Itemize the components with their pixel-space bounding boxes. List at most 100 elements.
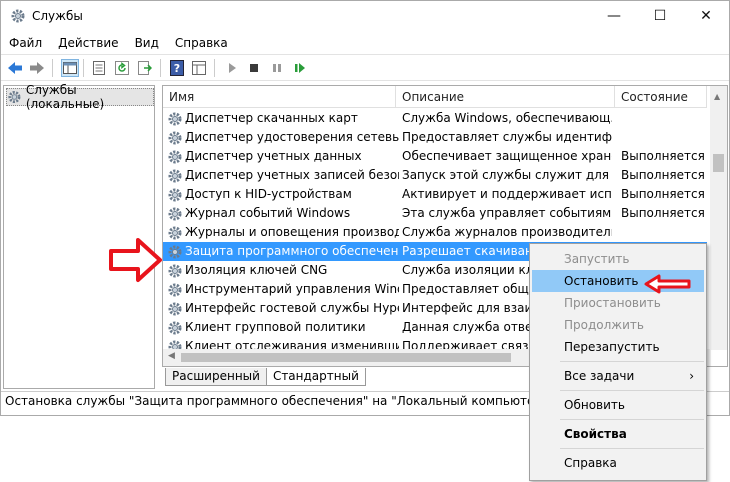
service-description: Служба Windows, обеспечивающ... <box>402 111 612 125</box>
gear-icon <box>167 301 185 317</box>
service-name: Защита программного обеспечения <box>185 244 399 258</box>
toolbar: ? <box>1 54 729 81</box>
gear-icon <box>167 149 185 165</box>
table-row[interactable]: Журналы и оповещения производи... Служба … <box>163 223 707 242</box>
table-row[interactable]: Доступ к HID-устройствам Активирует и под… <box>163 185 707 204</box>
maximize-button[interactable]: ☐ <box>637 1 683 31</box>
table-row[interactable]: Диспетчер скачанных карт Служба Windows, … <box>163 109 707 128</box>
menu-item-label: Остановить <box>564 274 639 288</box>
vertical-scroll-thumb[interactable] <box>713 154 724 172</box>
service-name-cell: Интерфейс гостевой службы Hyper-V <box>167 299 399 318</box>
back-arrow-icon[interactable] <box>6 59 24 77</box>
column-header-name[interactable]: Имя <box>163 86 396 108</box>
service-name: Журнал событий Windows <box>185 206 351 220</box>
table-row[interactable]: Журнал событий Windows Эта служба управля… <box>163 204 707 223</box>
title-bar: Службы — ☐ ✕ <box>1 1 729 31</box>
gear-icon <box>167 263 185 279</box>
window-title: Службы <box>32 9 83 23</box>
scroll-up-icon[interactable]: ▲ <box>714 92 720 101</box>
service-status <box>621 223 711 242</box>
menu-item-resume[interactable]: Продолжить <box>532 314 704 336</box>
service-description: Служба журналов производительн... <box>402 225 612 239</box>
service-name: Доступ к HID-устройствам <box>185 187 352 201</box>
scroll-left-icon[interactable]: ◀ <box>168 351 175 361</box>
refresh-icon[interactable] <box>113 59 131 77</box>
service-status <box>621 128 711 147</box>
menu-view[interactable]: Вид <box>127 36 167 50</box>
service-description: Предоставляет службы идентифика... <box>402 130 612 144</box>
service-status: Выполняется <box>621 168 705 182</box>
menu-item-pause[interactable]: Приостановить <box>532 292 704 314</box>
forward-arrow-icon[interactable] <box>28 59 46 77</box>
menu-item-label: Запустить <box>564 252 630 266</box>
menu-action[interactable]: Действие <box>50 36 126 50</box>
service-name-cell: Доступ к HID-устройствам <box>167 185 399 204</box>
gear-icon <box>167 244 185 260</box>
menu-item-help[interactable]: Справка <box>532 452 704 474</box>
minimize-button[interactable]: — <box>591 1 637 31</box>
menu-item-label: Свойства <box>564 427 627 441</box>
table-row[interactable]: Диспетчер учетных данных Обеспечивает защ… <box>163 147 707 166</box>
service-description: Запуск этой службы служит для др... <box>402 168 612 182</box>
column-header-status[interactable]: Состояние <box>615 86 707 108</box>
menu-item-start[interactable]: Запустить <box>532 248 704 270</box>
tab-standard[interactable]: Стандартный <box>265 368 366 386</box>
column-header-description[interactable]: Описание <box>396 86 615 108</box>
close-button[interactable]: ✕ <box>683 1 729 31</box>
menu-item-all-tasks[interactable]: Все задачи › <box>532 365 704 387</box>
service-name: Диспетчер учетных записей безопа... <box>185 168 399 182</box>
menu-item-label: Справка <box>564 456 617 470</box>
gear-icon <box>167 130 185 146</box>
menu-item-refresh[interactable]: Обновить <box>532 394 704 416</box>
service-name: Диспетчер учетных данных <box>185 149 362 163</box>
menu-file[interactable]: Файл <box>1 36 50 50</box>
svg-text:?: ? <box>174 62 180 75</box>
menu-item-properties[interactable]: Свойства <box>532 423 704 445</box>
toolbar-separator <box>214 59 215 77</box>
restart-service-icon[interactable] <box>291 59 309 77</box>
gear-icon <box>8 90 21 104</box>
service-name-cell: Журналы и оповещения производи... <box>167 223 399 242</box>
service-name: Инструментарий управления Wind... <box>185 282 399 296</box>
service-name: Журналы и оповещения производи... <box>185 225 399 239</box>
properties-icon[interactable] <box>90 59 108 77</box>
service-name-cell: Диспетчер учетных данных <box>167 147 399 166</box>
menu-separator <box>560 448 704 449</box>
gear-icon <box>167 111 185 127</box>
menu-item-restart[interactable]: Перезапустить <box>532 336 704 358</box>
stop-service-icon[interactable] <box>245 59 263 77</box>
service-name-cell: Диспетчер учетных записей безопа... <box>167 166 399 185</box>
menu-separator <box>560 390 704 391</box>
service-status: Выполняется <box>621 206 705 220</box>
menu-help[interactable]: Справка <box>167 36 236 50</box>
service-name: Диспетчер удостоверения сетевых у... <box>185 130 399 144</box>
table-row[interactable]: Диспетчер удостоверения сетевых у...Пред… <box>163 128 707 147</box>
table-row[interactable]: Диспетчер учетных записей безопа...Запус… <box>163 166 707 185</box>
menu-item-label: Перезапустить <box>564 340 660 354</box>
service-name-cell: Изоляция ключей CNG <box>167 261 399 280</box>
export-icon[interactable] <box>136 59 154 77</box>
service-description: Эта служба управляет событиями и... <box>402 206 612 220</box>
service-name-cell: Защита программного обеспечения <box>167 242 399 261</box>
service-name-cell: Инструментарий управления Wind... <box>167 280 399 299</box>
service-status <box>621 109 711 128</box>
help-icon[interactable]: ? <box>168 59 186 77</box>
toolbar-separator <box>83 59 84 77</box>
start-service-icon[interactable] <box>223 59 241 77</box>
pause-service-icon[interactable] <box>268 59 286 77</box>
gear-icon <box>167 168 185 184</box>
submenu-arrow-icon: › <box>689 369 694 383</box>
service-description: Активирует и поддерживает исполь... <box>402 187 612 201</box>
horizontal-scroll-thumb[interactable] <box>181 353 511 362</box>
view-icon[interactable] <box>190 59 208 77</box>
console-tree-icon[interactable] <box>61 59 79 77</box>
vertical-scrollbar[interactable]: ▲ <box>710 86 727 350</box>
tree-item-services-local[interactable]: Службы (локальные) <box>6 83 154 111</box>
annotation-arrow-right-icon <box>109 238 162 282</box>
menu-item-label: Обновить <box>564 398 625 412</box>
service-name-cell: Журнал событий Windows <box>167 204 399 223</box>
service-name: Изоляция ключей CNG <box>185 263 328 277</box>
tree-item-label: Службы (локальные) <box>25 83 105 111</box>
view-tabs: Расширенный Стандартный <box>165 368 366 386</box>
tab-extended[interactable]: Расширенный <box>165 368 267 386</box>
